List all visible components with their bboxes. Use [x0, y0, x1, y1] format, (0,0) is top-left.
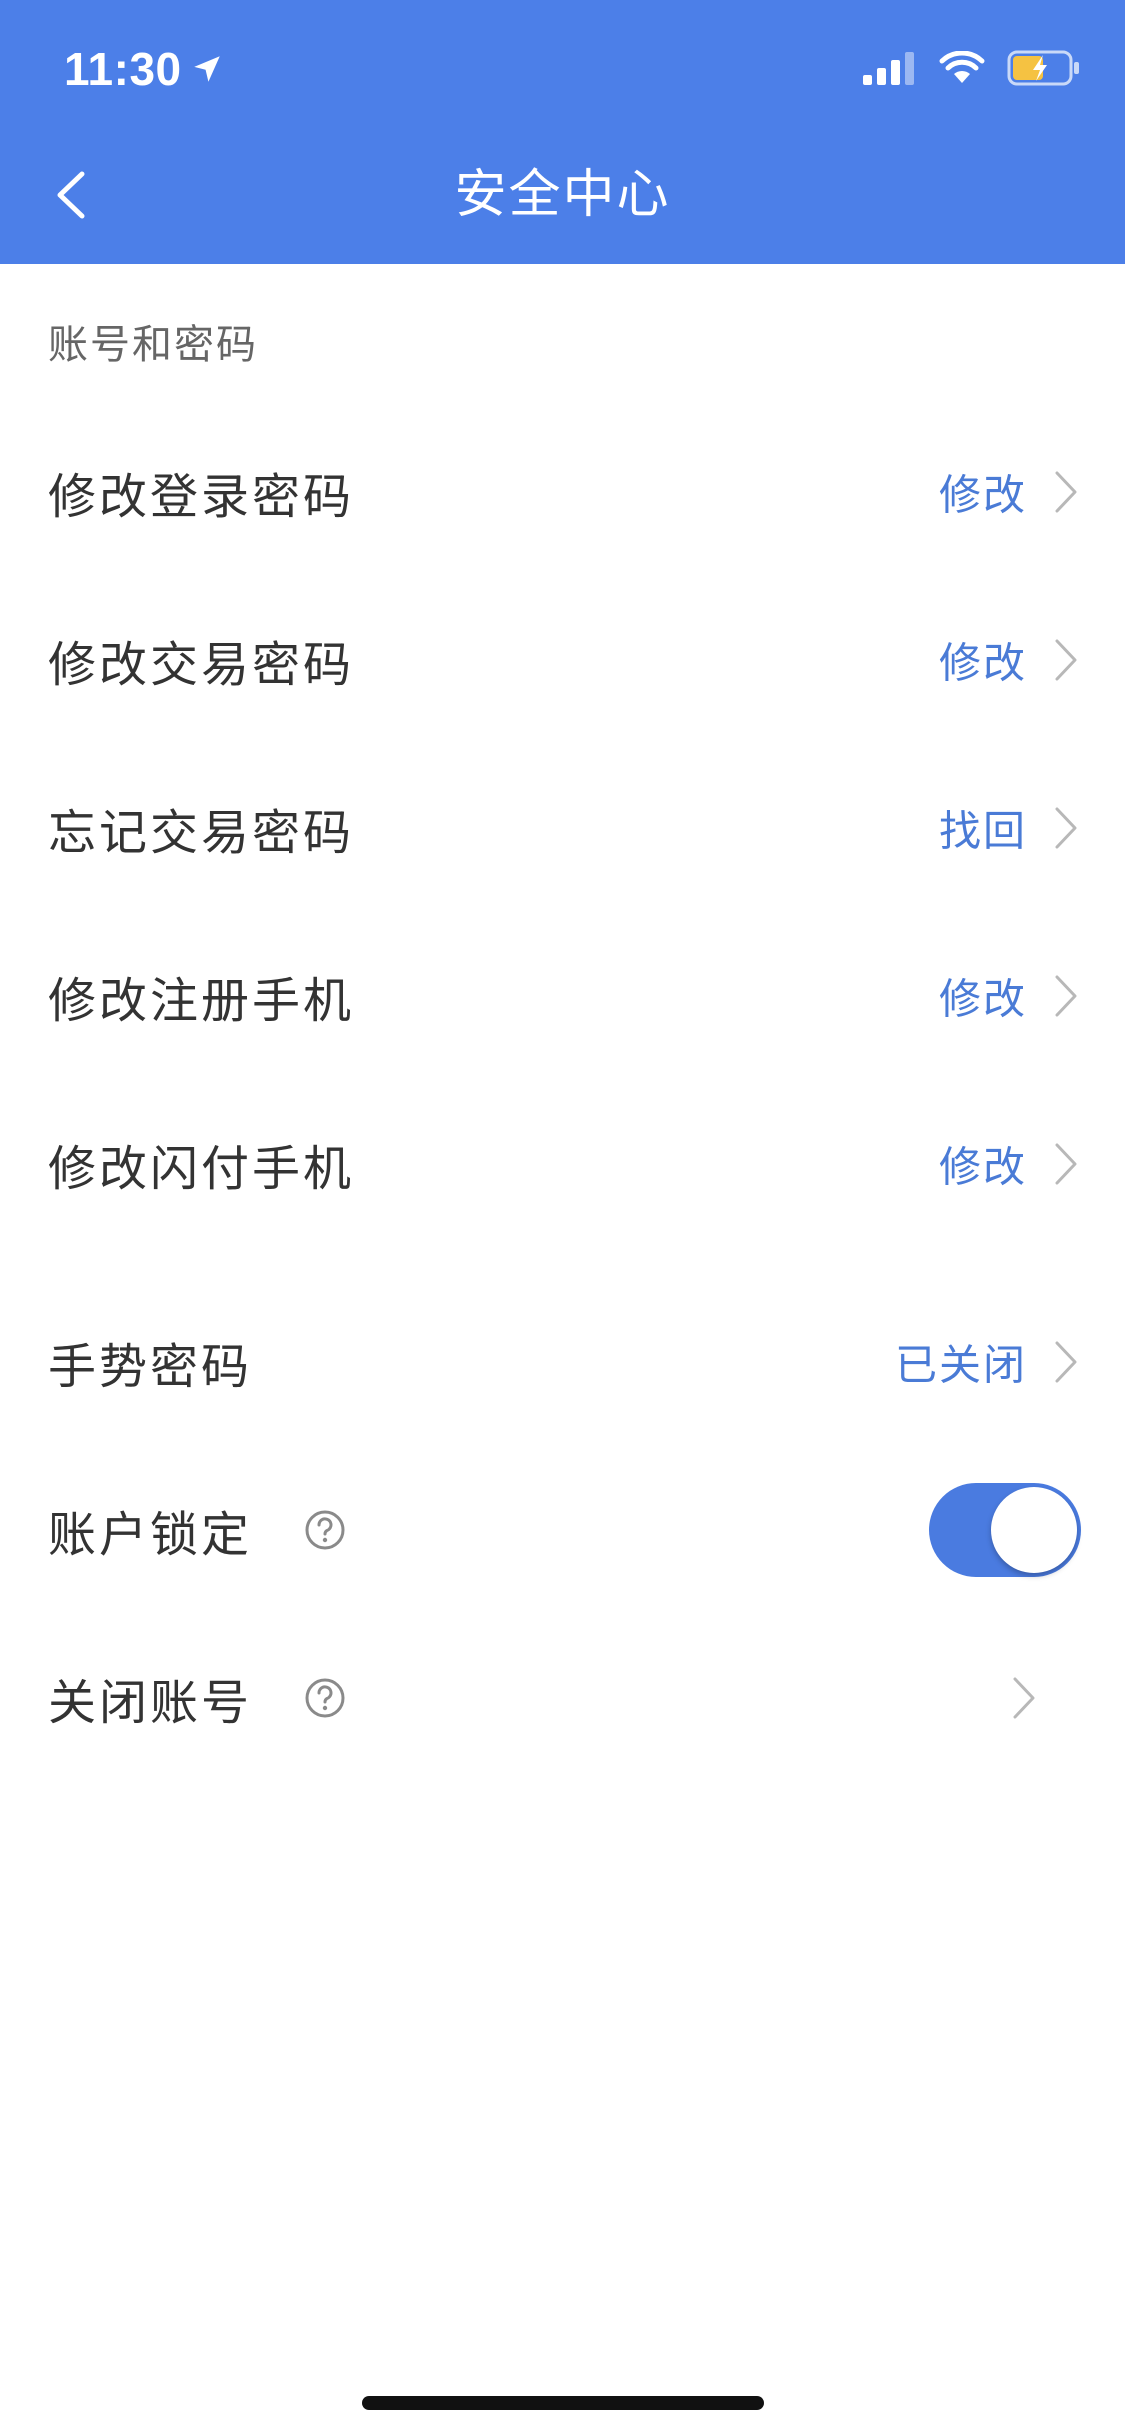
location-arrow-icon [193, 56, 220, 82]
row-action[interactable]: 修改 [939, 1134, 1027, 1195]
row-label: 关闭账号 [48, 1675, 253, 1731]
row-action[interactable]: 修改 [939, 966, 1027, 1027]
status-bar-time: 11:30 [64, 42, 224, 96]
row-action[interactable]: 修改 [939, 462, 1027, 523]
row-action[interactable]: 修改 [939, 630, 1027, 691]
row-label: 修改注册手机 [48, 973, 355, 1029]
chevron-right-icon [1055, 1143, 1077, 1185]
question-circle-icon[interactable] [304, 1677, 346, 1719]
row-close-account[interactable]: 关闭账号 [0, 1628, 1125, 1768]
row-change-quickpay-phone[interactable]: 修改闪付手机 修改 [0, 1094, 1125, 1234]
row-forgot-trade-password[interactable]: 忘记交易密码 找回 [0, 758, 1125, 898]
status-bar-icons [863, 50, 1081, 86]
section-title-account: 账号和密码 [48, 322, 258, 368]
row-label-group: 关闭账号 [48, 1663, 346, 1733]
status-time-text: 11:30 [64, 43, 182, 95]
chevron-right-icon [1013, 1677, 1035, 1719]
chevron-right-icon [1055, 1341, 1077, 1383]
signal-icon [863, 52, 914, 85]
battery-charging-icon [1007, 50, 1079, 86]
row-gesture-password[interactable]: 手势密码 已关闭 [0, 1292, 1125, 1432]
row-label: 忘记交易密码 [48, 805, 355, 861]
row-change-trade-password[interactable]: 修改交易密码 修改 [0, 590, 1125, 730]
chevron-right-icon [1055, 471, 1077, 513]
question-circle-icon[interactable] [304, 1509, 346, 1551]
wifi-icon [939, 51, 985, 83]
row-label-group: 账户锁定 [48, 1495, 346, 1565]
toggle-knob [991, 1487, 1077, 1573]
row-action[interactable]: 找回 [939, 798, 1027, 859]
chevron-right-icon [1055, 807, 1077, 849]
row-action[interactable]: 已关闭 [895, 1332, 1027, 1393]
row-label: 账户锁定 [48, 1507, 253, 1563]
row-label: 修改登录密码 [48, 469, 355, 525]
row-label: 手势密码 [48, 1339, 253, 1395]
header-bar: 11:30 安全中心 [0, 0, 1125, 264]
row-change-register-phone[interactable]: 修改注册手机 修改 [0, 926, 1125, 1066]
home-indicator [362, 2396, 764, 2410]
account-lock-toggle[interactable] [929, 1483, 1081, 1577]
row-label: 修改交易密码 [48, 637, 355, 693]
security-center-page: 11:30 安全中心 账号和密码 修改登录密码 修改 修改交易密码 修改 忘记交… [0, 0, 1125, 2436]
chevron-right-icon [1055, 975, 1077, 1017]
row-account-lock: 账户锁定 [0, 1460, 1125, 1600]
row-label: 修改闪付手机 [48, 1141, 355, 1197]
page-title: 安全中心 [454, 165, 671, 225]
chevron-right-icon [1055, 639, 1077, 681]
row-change-login-password[interactable]: 修改登录密码 修改 [0, 422, 1125, 562]
